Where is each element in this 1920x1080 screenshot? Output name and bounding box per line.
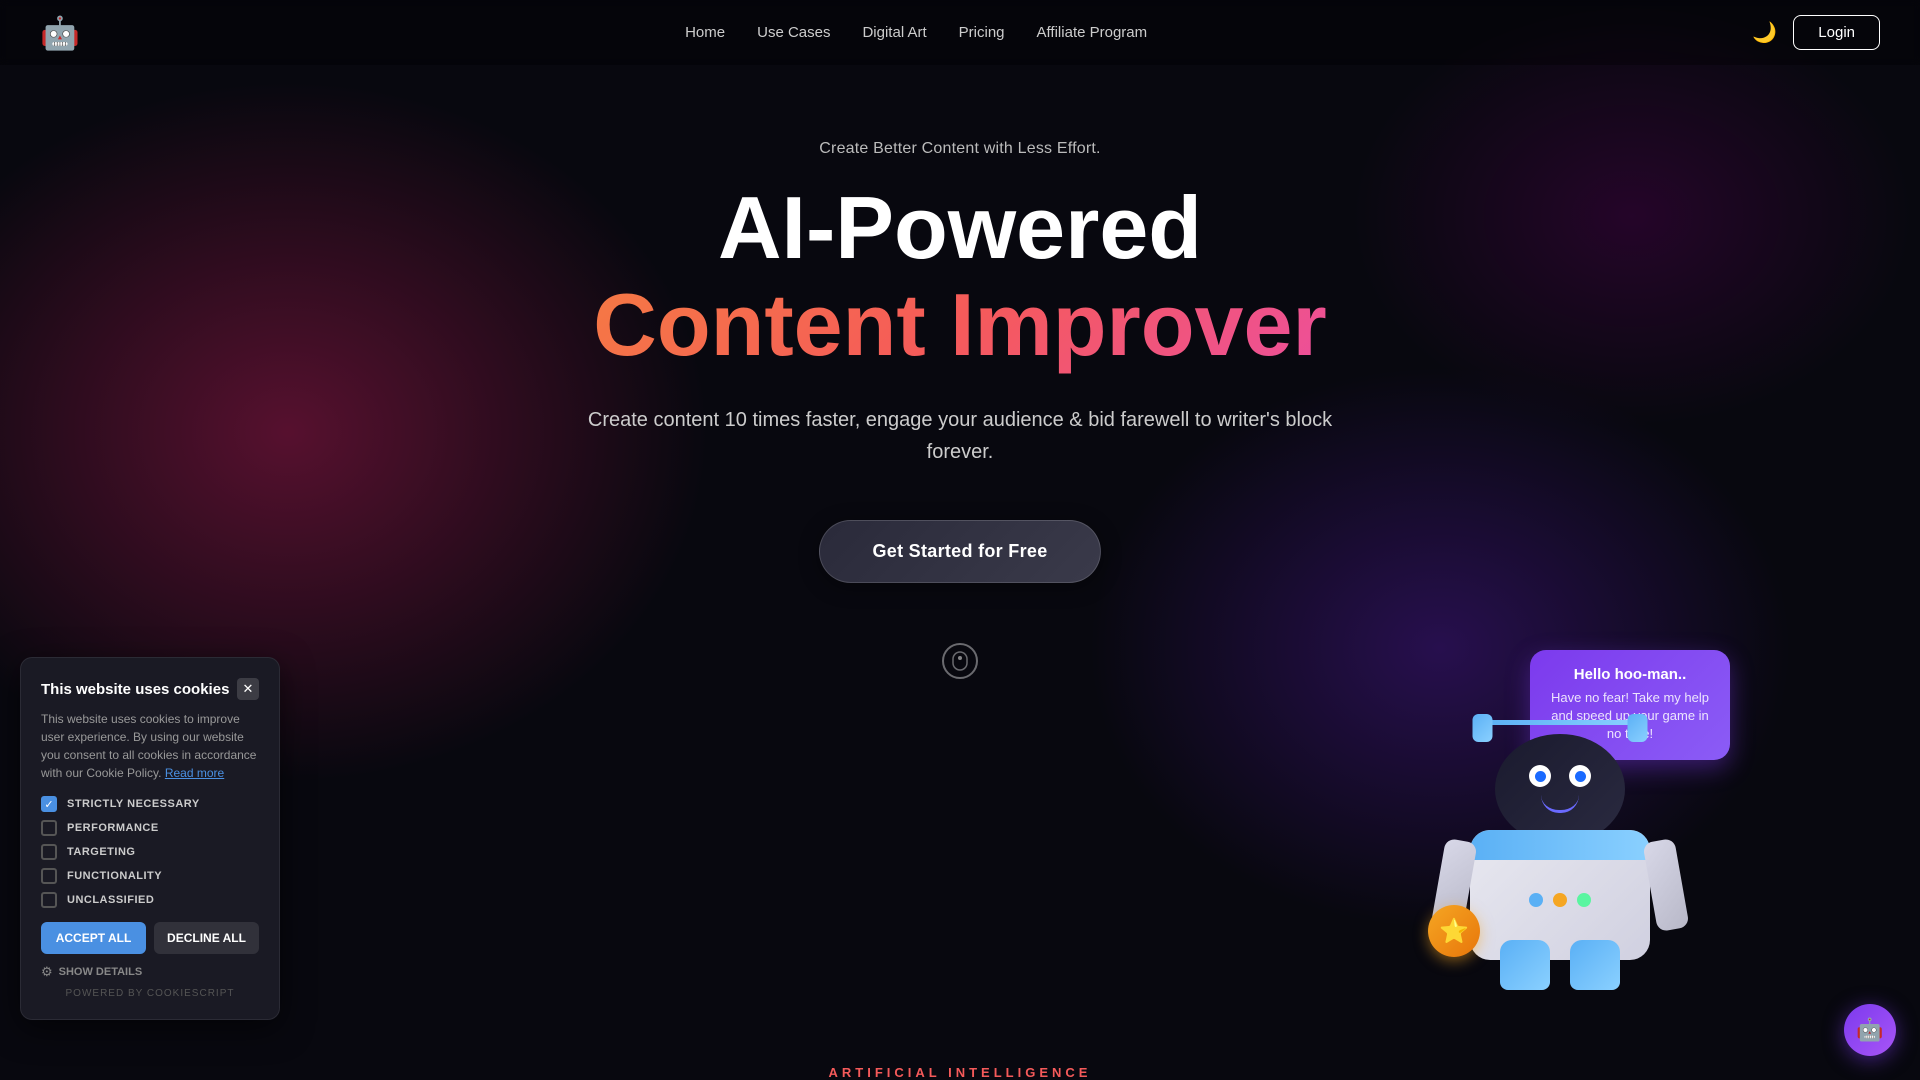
cookie-option-2: PERFORMANCE: [41, 820, 259, 836]
settings-icon: ⚙: [41, 964, 53, 980]
hero-description: Create content 10 times faster, engage y…: [580, 404, 1340, 468]
chat-bubble-title: Hello hoo-man..: [1550, 666, 1710, 683]
nav-pricing[interactable]: Pricing: [959, 24, 1005, 41]
robot-left-eye: [1529, 765, 1551, 787]
cookie-label-necessary: STRICTLY NECESSARY: [67, 798, 200, 810]
cookie-checkbox-targeting[interactable]: [41, 844, 57, 860]
cookie-buttons: ACCEPT ALL DECLINE ALL: [41, 922, 259, 954]
logo-icon: 🤖: [40, 14, 80, 52]
cookie-accept-button[interactable]: ACCEPT ALL: [41, 922, 146, 954]
robot-body: ⭐: [1460, 720, 1660, 960]
cookie-option-5: UNCLASSIFIED: [41, 892, 259, 908]
nav-affiliate[interactable]: Affiliate Program: [1037, 24, 1148, 41]
cookie-checkbox-functionality[interactable]: [41, 868, 57, 884]
nav-use-cases[interactable]: Use Cases: [757, 24, 830, 41]
cookie-read-more[interactable]: Read more: [165, 766, 224, 780]
hero-title-line2: Content Improver: [0, 274, 1920, 375]
robot-badge: ⭐: [1428, 905, 1480, 957]
cookie-checkbox-performance[interactable]: [41, 820, 57, 836]
hero-title-line1: AI-Powered: [0, 182, 1920, 274]
login-button[interactable]: Login: [1793, 15, 1880, 50]
cookie-banner: This website uses cookies ✕ This website…: [20, 657, 280, 1020]
hero-subtitle: Create Better Content with Less Effort.: [0, 140, 1920, 158]
cookie-option-1: STRICTLY NECESSARY: [41, 796, 259, 812]
nav-digital-art[interactable]: Digital Art: [862, 24, 926, 41]
logo[interactable]: 🤖: [40, 14, 80, 52]
navbar-right: 🌙 Login: [1752, 15, 1880, 50]
chat-widget-button[interactable]: 🤖: [1844, 1004, 1896, 1056]
get-started-button[interactable]: Get Started for Free: [819, 520, 1100, 583]
robot-right-eye: [1569, 765, 1591, 787]
robot-illustration: Hello hoo-man.. Have no fear! Take my he…: [1400, 640, 1720, 1040]
cookie-label-performance: PERFORMANCE: [67, 822, 159, 834]
cookie-show-details[interactable]: ⚙ SHOW DETAILS: [41, 964, 259, 980]
cookie-checkbox-unclassified[interactable]: [41, 892, 57, 908]
cookie-label-functionality: FUNCTIONALITY: [67, 870, 162, 882]
cookie-checkbox-necessary[interactable]: [41, 796, 57, 812]
chat-widget-icon: 🤖: [1856, 1017, 1883, 1043]
cookie-description: This website uses cookies to improve use…: [41, 710, 259, 782]
robot-head: [1495, 734, 1625, 844]
robot-feet: [1500, 940, 1620, 990]
nav-links: Home Use Cases Digital Art Pricing Affil…: [685, 24, 1147, 41]
ai-label: ARTIFICIAL INTELLIGENCE: [829, 1065, 1092, 1080]
cookie-option-3: TARGETING: [41, 844, 259, 860]
cookie-label-targeting: TARGETING: [67, 846, 135, 858]
hero-section: Create Better Content with Less Effort. …: [0, 0, 1920, 1080]
cookie-title: This website uses cookies: [41, 681, 229, 698]
navbar: 🤖 Home Use Cases Digital Art Pricing Aff…: [0, 0, 1920, 65]
cookie-header: This website uses cookies ✕: [41, 678, 259, 700]
cookie-option-4: FUNCTIONALITY: [41, 868, 259, 884]
cookie-close-button[interactable]: ✕: [237, 678, 259, 700]
bottom-label-section: ARTIFICIAL INTELLIGENCE: [0, 1060, 1920, 1080]
scroll-circle: [942, 643, 978, 679]
cookie-label-unclassified: UNCLASSIFIED: [67, 894, 154, 906]
cookie-powered-by: POWERED BY COOKIESCRIPT: [41, 988, 259, 999]
show-details-label: SHOW DETAILS: [59, 966, 143, 978]
theme-toggle-button[interactable]: 🌙: [1752, 20, 1777, 45]
cookie-decline-button[interactable]: DECLINE ALL: [154, 922, 259, 954]
nav-home[interactable]: Home: [685, 24, 725, 41]
